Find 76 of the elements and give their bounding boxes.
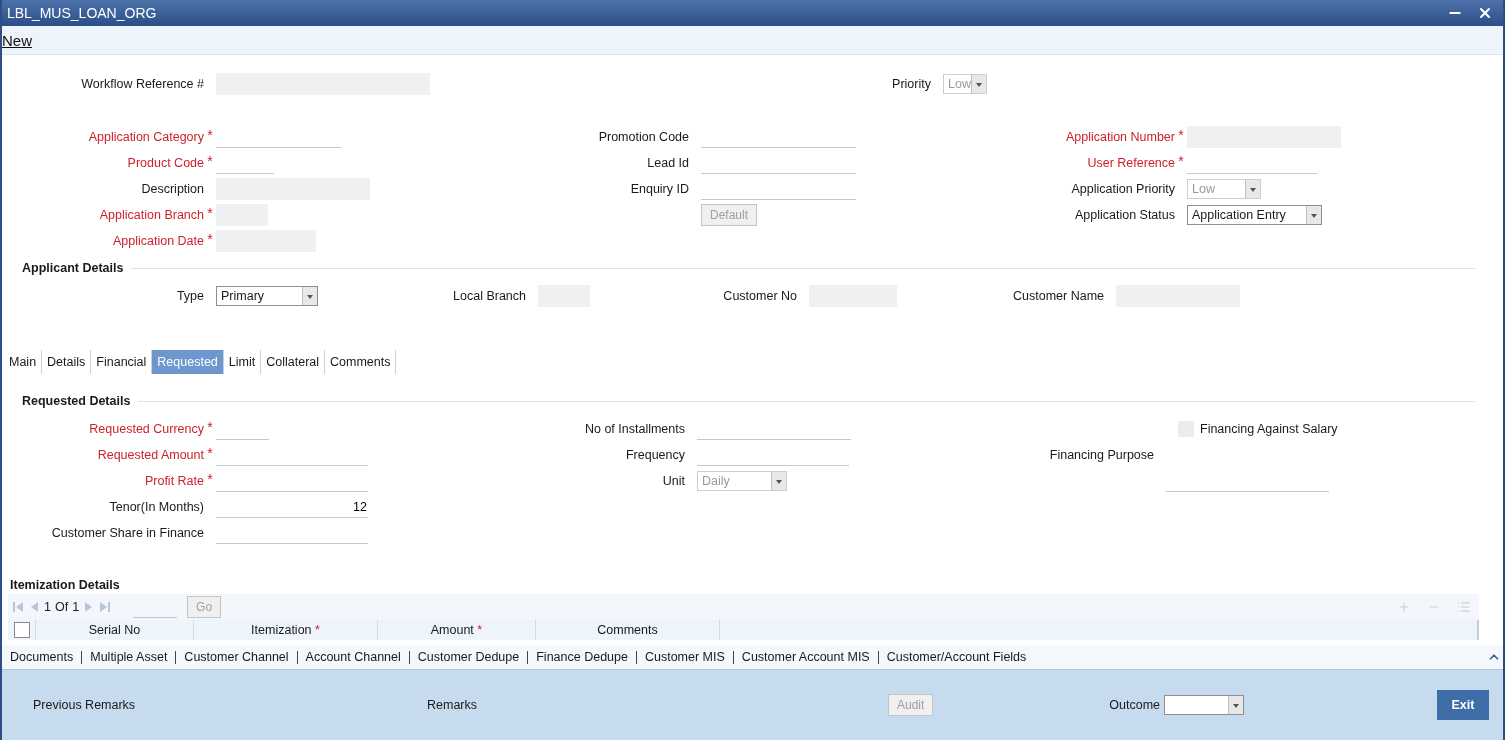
footer-link[interactable]: Customer Dedupe <box>408 650 528 664</box>
required-mark: * <box>206 445 214 461</box>
field-label: Lead Id <box>646 156 689 170</box>
field-label: Frequency <box>624 448 685 462</box>
tab[interactable]: Comments <box>325 350 397 374</box>
footer-link[interactable]: Multiple Asset <box>81 650 176 664</box>
footer-link[interactable]: Documents <box>2 650 82 664</box>
required-mark: * <box>1177 153 1185 169</box>
field-label: Description <box>140 182 204 196</box>
required-mark: * <box>206 471 214 487</box>
field-label: Product Code <box>126 156 204 170</box>
required-mark: * <box>206 419 214 435</box>
footer-link[interactable]: Customer Channel <box>175 650 297 664</box>
field-label: Requested Amount <box>96 448 204 462</box>
close-icon[interactable] <box>1477 5 1493 21</box>
field-label: Tenor(In Months) <box>108 500 204 514</box>
required-mark: * <box>1177 127 1185 143</box>
section-title: Itemization Details <box>10 578 120 592</box>
tab[interactable]: Collateral <box>261 350 326 374</box>
window-title: LBL_MUS_LOAN_ORG <box>7 5 158 21</box>
tab[interactable]: Details <box>42 350 92 374</box>
remarks-label: Remarks <box>427 698 478 712</box>
page-number: 1 <box>44 600 51 614</box>
field-label: Profit Rate <box>143 474 204 488</box>
footer-link[interactable]: Finance Dedupe <box>527 650 636 664</box>
select-field[interactable]: Application Entry <box>1187 205 1322 225</box>
select-all-checkbox[interactable] <box>13 622 30 638</box>
column-header: Amount * <box>430 623 483 637</box>
footer-link[interactable]: Customer Account MIS <box>732 650 878 664</box>
footer-link[interactable]: Customer/Account Fields <box>877 650 1035 664</box>
column-header: Serial No <box>88 623 141 637</box>
field-label: Promotion Code <box>597 130 689 144</box>
required-mark: * <box>206 205 214 221</box>
field-label: Financing Purpose <box>1048 448 1154 462</box>
required-mark: * <box>206 153 214 169</box>
page-of: Of <box>54 600 69 614</box>
column-header: Itemization * <box>251 623 320 637</box>
list-icon[interactable] <box>1457 600 1471 614</box>
section-title: Applicant Details <box>22 261 124 275</box>
field-label: Application Priority <box>1070 182 1175 196</box>
page-total: 1 <box>72 600 80 614</box>
field-label: Workflow Reference # <box>80 77 204 91</box>
select-field[interactable]: Primary <box>216 286 318 306</box>
field-label: Application Status <box>1073 208 1175 222</box>
field-label: Customer No <box>722 289 797 303</box>
field-label: Enquiry ID <box>629 182 689 196</box>
new-link[interactable]: New <box>2 31 32 49</box>
field-label: Unit <box>661 474 685 488</box>
first-page-icon[interactable] <box>12 601 24 613</box>
field-label: User Reference <box>1086 156 1175 170</box>
field-label: Customer Share in Finance <box>50 526 204 540</box>
field-label: Customer Name <box>1012 289 1104 303</box>
field-label: Application Date <box>111 234 204 248</box>
field-label: Application Category <box>87 130 204 144</box>
outcome-label: Outcome <box>1109 698 1161 712</box>
required-mark: * <box>206 127 214 143</box>
previous-remarks-label: Previous Remarks <box>33 698 137 712</box>
field-label: Requested Currency <box>88 422 204 436</box>
select-field[interactable] <box>1164 695 1245 715</box>
field-label: No of Installments <box>583 422 685 436</box>
field-label: Application Branch <box>98 208 204 222</box>
tab[interactable]: Limit <box>223 350 262 374</box>
field-label: Local Branch <box>452 289 526 303</box>
column-header: Comments <box>597 623 658 637</box>
checkbox-label: Financing Against Salary <box>1200 422 1338 436</box>
field-label: Type <box>175 289 204 303</box>
footer-link[interactable]: Customer MIS <box>635 650 733 664</box>
field-label: Priority <box>891 77 931 91</box>
required-mark: * <box>206 231 214 247</box>
field-label: Application Number <box>1064 130 1175 144</box>
tab[interactable]: Main <box>4 350 43 374</box>
section-title: Requested Details <box>22 394 131 408</box>
footer-link[interactable]: Account Channel <box>296 650 409 664</box>
exit-button[interactable]: Exit <box>1437 690 1489 720</box>
add-row-icon[interactable] <box>1397 600 1411 614</box>
last-page-icon[interactable] <box>99 601 112 613</box>
